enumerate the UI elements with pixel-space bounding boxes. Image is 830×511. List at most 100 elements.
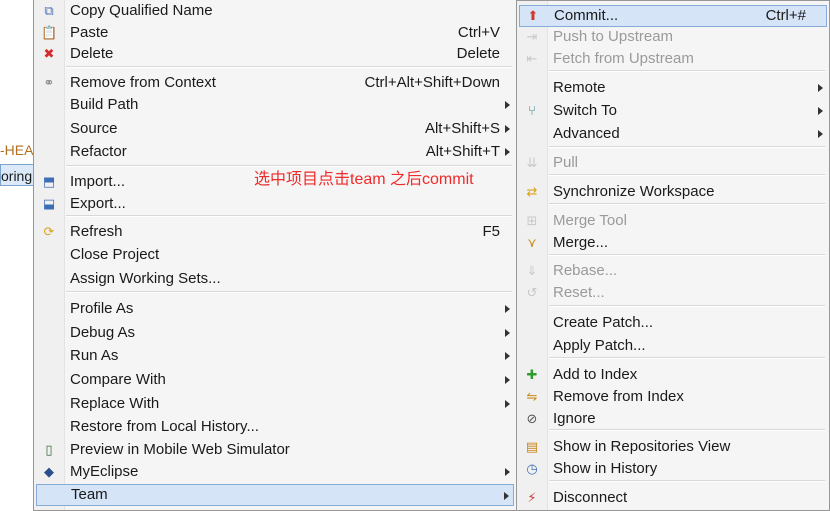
menu-item-team[interactable]: Team <box>36 484 514 506</box>
menu-item-restore-from-local-history[interactable]: Restore from Local History... <box>36 416 514 438</box>
pull-icon: ⇊ <box>526 155 538 170</box>
menu-item-build-path[interactable]: Build Path <box>36 94 514 116</box>
menu-item-label: Assign Working Sets... <box>70 270 221 287</box>
menu-separator <box>549 480 825 482</box>
team-submenu: ⬆ Commit... Ctrl+# ⇥ Push to Upstream ⇤ Fetch … <box>516 0 830 511</box>
menu-item-label: Compare With <box>70 371 166 388</box>
merge-tool-icon: ⊞ <box>526 213 538 228</box>
menu-item-label: Debug As <box>70 324 136 341</box>
menu-item-label: MyEclipse <box>70 463 139 480</box>
menu-item-run-as[interactable]: Run As <box>36 345 514 367</box>
team-item-advanced[interactable]: Advanced <box>519 123 827 145</box>
team-item-create-patch[interactable]: Create Patch... <box>519 312 827 334</box>
project-context-menu: ⧉ Copy Qualified Name 📋 Paste Ctrl+V ✖ Delete D… <box>33 0 517 511</box>
background-text-head: -HEA <box>0 142 34 158</box>
team-item-push-to-upstream[interactable]: ⇥ Push to Upstream <box>519 26 827 48</box>
submenu-arrow-icon <box>818 130 823 138</box>
team-item-add-to-index[interactable]: ✚ Add to Index <box>519 364 827 386</box>
refresh-icon: ⟳ <box>43 224 55 239</box>
menu-item-label: Merge Tool <box>553 212 627 229</box>
menu-item-label: Show in History <box>553 460 658 477</box>
team-item-merge-tool[interactable]: ⊞ Merge Tool <box>519 210 827 232</box>
menu-separator <box>66 66 512 68</box>
menu-item-refresh[interactable]: ⟳ Refresh F5 <box>36 221 514 243</box>
menu-item-label: Refresh <box>70 223 123 240</box>
menu-item-label: Reset... <box>553 284 605 301</box>
menu-item-label: Pull <box>553 154 579 171</box>
menu-item-delete[interactable]: ✖ Delete Delete <box>36 43 514 65</box>
team-item-fetch-from-upstream[interactable]: ⇤ Fetch from Upstream <box>519 48 827 70</box>
menu-item-label: Preview in Mobile Web Simulator <box>70 441 290 458</box>
import-icon: ⬒ <box>42 174 56 189</box>
menu-item-label: Run As <box>70 347 119 364</box>
menu-item-label: Build Path <box>70 96 139 113</box>
menu-item-close-project[interactable]: Close Project <box>36 244 514 266</box>
menu-item-label: Close Project <box>70 246 160 263</box>
menu-item-label: Create Patch... <box>553 314 654 331</box>
menu-item-label: Team <box>71 486 108 503</box>
switch-icon: ⑂ <box>528 103 536 118</box>
menu-item-label: Apply Patch... <box>553 337 646 354</box>
menu-item-label: Show in Repositories View <box>553 438 731 455</box>
menu-item-remove-from-context[interactable]: ⚭ Remove from Context Ctrl+Alt+Shift+Down <box>36 72 514 94</box>
menu-item-label: Ignore <box>553 410 596 427</box>
copy-icon: ⧉ <box>44 3 54 18</box>
shortcut-label: Alt+Shift+S <box>424 120 500 137</box>
myeclipse-icon: ◆ <box>44 464 54 479</box>
submenu-arrow-icon <box>505 376 510 384</box>
menu-item-myeclipse[interactable]: ◆ MyEclipse <box>36 461 514 483</box>
team-item-merge[interactable]: ⋎ Merge... <box>519 232 827 254</box>
menu-item-label: Rebase... <box>553 262 618 279</box>
ignore-icon: ⊘ <box>526 411 538 426</box>
submenu-arrow-icon <box>505 468 510 476</box>
menu-item-label: Restore from Local History... <box>70 418 259 435</box>
menu-item-copy-qualified-name[interactable]: ⧉ Copy Qualified Name <box>36 0 514 22</box>
menu-item-refactor[interactable]: Refactor Alt+Shift+T <box>36 141 514 163</box>
team-item-rebase[interactable]: ⇓ Rebase... <box>519 260 827 282</box>
menu-item-compare-with[interactable]: Compare With <box>36 369 514 391</box>
team-item-pull[interactable]: ⇊ Pull <box>519 152 827 174</box>
team-item-remove-from-index[interactable]: ⇋ Remove from Index <box>519 386 827 408</box>
menu-item-label: Remove from Context <box>70 74 216 91</box>
menu-item-label: Source <box>70 120 118 137</box>
menu-item-assign-working-sets[interactable]: Assign Working Sets... <box>36 268 514 290</box>
commit-icon: ⬆ <box>527 8 539 23</box>
menu-item-label: Commit... <box>554 7 619 24</box>
team-item-show-in-history[interactable]: ◷ Show in History <box>519 458 827 480</box>
shortcut-label: F5 <box>482 223 500 240</box>
annotation-text: 选中项目点击team 之后commit <box>254 171 474 188</box>
team-item-remote[interactable]: Remote <box>519 77 827 99</box>
team-item-apply-patch[interactable]: Apply Patch... <box>519 335 827 357</box>
menu-item-export[interactable]: ⬓ Export... <box>36 193 514 215</box>
menu-separator <box>549 203 825 205</box>
submenu-arrow-icon <box>505 125 510 133</box>
menu-item-source[interactable]: Source Alt+Shift+S <box>36 118 514 140</box>
add-index-icon: ✚ <box>526 367 538 382</box>
menu-item-label: Switch To <box>553 102 617 119</box>
team-item-switch-to[interactable]: ⑂ Switch To <box>519 100 827 122</box>
mobile-simulator-icon: ▯ <box>45 442 53 457</box>
menu-separator <box>549 254 825 256</box>
paste-icon: 📋 <box>41 25 58 40</box>
team-item-synchronize-workspace[interactable]: ⇄ Synchronize Workspace <box>519 181 827 203</box>
menu-item-replace-with[interactable]: Replace With <box>36 393 514 415</box>
push-icon: ⇥ <box>526 29 538 44</box>
team-item-reset[interactable]: ↺ Reset... <box>519 282 827 304</box>
menu-item-paste[interactable]: 📋 Paste Ctrl+V <box>36 22 514 44</box>
menu-item-label: Disconnect <box>553 489 628 506</box>
menu-item-debug-as[interactable]: Debug As <box>36 322 514 344</box>
team-item-ignore[interactable]: ⊘ Ignore <box>519 408 827 430</box>
submenu-arrow-icon <box>505 400 510 408</box>
merge-icon: ⋎ <box>527 235 537 250</box>
delete-icon: ✖ <box>43 46 55 61</box>
background-selected-item[interactable]: oring <box>0 164 36 186</box>
submenu-arrow-icon <box>818 84 823 92</box>
menu-item-label: Refactor <box>70 143 127 160</box>
menu-item-preview-in-mobile-web-simulator[interactable]: ▯ Preview in Mobile Web Simulator <box>36 439 514 461</box>
menu-item-profile-as[interactable]: Profile As <box>36 298 514 320</box>
team-item-disconnect[interactable]: ⚡ Disconnect <box>519 487 827 509</box>
menu-item-label: Export... <box>70 195 126 212</box>
menu-item-label: Push to Upstream <box>553 28 674 45</box>
team-item-show-in-repositories-view[interactable]: ▤ Show in Repositories View <box>519 436 827 458</box>
team-item-commit[interactable]: ⬆ Commit... Ctrl+# <box>519 5 827 27</box>
